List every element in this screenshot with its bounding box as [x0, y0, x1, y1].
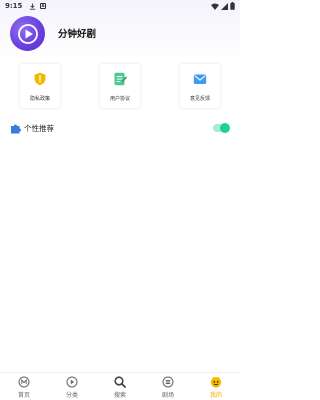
mine-icon [210, 376, 222, 388]
nav-mine[interactable]: 我的 [198, 375, 234, 399]
play-logo-icon [17, 23, 38, 44]
personalized-recommend-toggle[interactable] [213, 123, 230, 133]
puzzle-icon [11, 124, 21, 134]
user-agreement-card[interactable]: 用户协议 [100, 64, 140, 108]
category-icon [66, 376, 78, 388]
signal-icon [221, 2, 228, 10]
user-agreement-label: 用户协议 [109, 96, 130, 102]
toggle-knob [220, 123, 230, 133]
privacy-policy-label: 隐私政策 [29, 96, 50, 102]
search-icon [114, 376, 126, 388]
battery-icon [230, 2, 235, 10]
nav-home[interactable]: 首页 [6, 375, 42, 399]
nav-mine-label: 我的 [209, 392, 222, 399]
download-icon [29, 3, 36, 10]
nav-theater-label: 剧场 [161, 392, 174, 399]
feedback-label: 意见反馈 [189, 96, 210, 102]
status-right [211, 2, 235, 10]
nav-search[interactable]: 搜索 [102, 375, 138, 399]
bottom-nav: 首页 分类 搜索 剧场 我的 [0, 372, 240, 400]
shield-icon [34, 72, 46, 86]
nav-theater[interactable]: 剧场 [150, 375, 186, 399]
status-time: 9:15 [5, 2, 23, 10]
mail-icon [193, 74, 207, 84]
home-icon [18, 376, 30, 388]
privacy-policy-card[interactable]: 隐私政策 [20, 64, 60, 108]
nav-home-label: 首页 [17, 392, 30, 399]
document-icon [114, 72, 127, 86]
feedback-card[interactable]: 意见反馈 [180, 64, 220, 108]
personalized-recommend-row: 个性推荐 [10, 123, 230, 135]
personalized-recommend-label: 个性推荐 [24, 124, 54, 133]
status-bar: 9:15 A [0, 0, 240, 12]
wifi-icon [211, 3, 219, 10]
app-name: 分钟好剧 [58, 29, 97, 40]
app-logo [10, 16, 45, 51]
notification-badge: A [40, 3, 46, 9]
nav-category-label: 分类 [65, 392, 78, 399]
nav-search-label: 搜索 [113, 392, 126, 399]
theater-icon [162, 376, 174, 388]
nav-category[interactable]: 分类 [54, 375, 90, 399]
